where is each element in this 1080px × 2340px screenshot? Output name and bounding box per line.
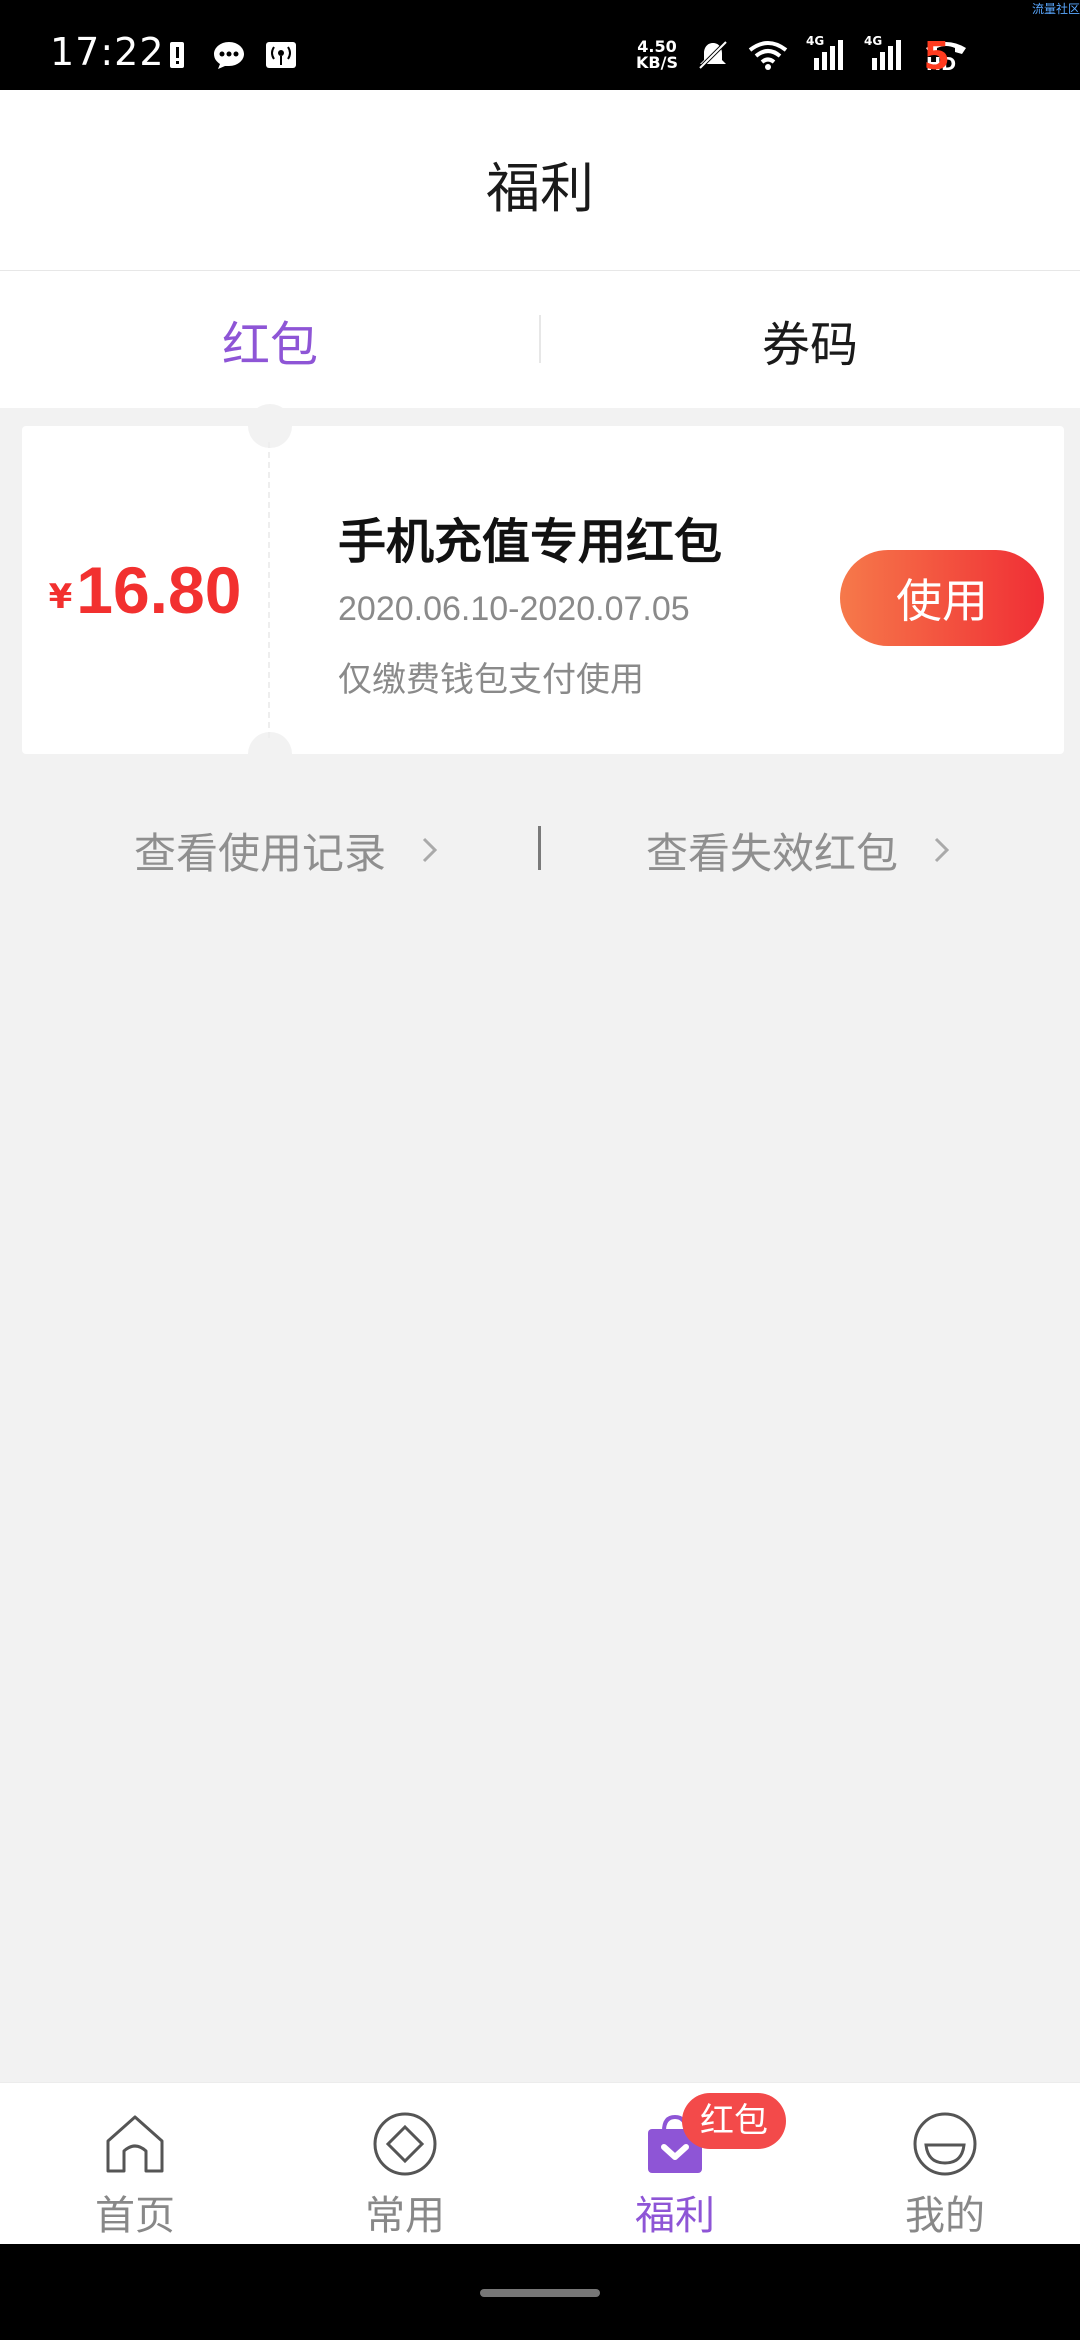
page-title: 福利 [486,157,594,220]
signal-icon [872,40,901,70]
view-expired-link[interactable]: 查看失效红包 [646,810,958,890]
amount-value: 16.80 [76,553,242,627]
tab-bar: 红包 券码 [0,271,1080,408]
coupon-divider [268,442,270,738]
smile-icon [913,2112,977,2176]
nav-item-home[interactable]: 首页 [0,2083,270,2245]
mute-icon [698,40,728,70]
coupon-title: 手机充值专用红包 [338,514,723,570]
history-link-label: 查看使用记录 [134,828,387,878]
status-time: 17:22 [50,30,165,74]
tab-quanma[interactable]: 券码 [540,271,1080,408]
tab-hongbao[interactable]: 红包 [0,271,540,408]
bottom-nav: 首页 常用 红包 福利 我的 [0,2082,1080,2245]
app-header: 福利 [0,90,1080,271]
nav-label-home: 首页 [95,2193,175,2239]
status-bar: 17:22 4.50 KB/S 4G 4G HD 5 流量社区 [0,0,1080,90]
expired-link-label: 查看失效红包 [646,828,899,878]
use-button[interactable]: 使用 [840,550,1044,646]
nav-badge-hongbao: 红包 [682,2093,786,2149]
signal-2: 4G [864,34,904,70]
links-divider [538,826,541,870]
network-speed: 4.50 KB/S [636,39,678,71]
system-nav-bar [0,2244,1080,2340]
nav-label-common: 常用 [365,2193,445,2239]
wifi-icon [748,41,788,70]
currency-symbol: ¥ [48,577,73,617]
record-links: 查看使用记录 查看失效红包 [0,810,1080,890]
nav-label-welfare: 福利 [635,2193,715,2239]
chevron-right-icon [422,837,438,863]
chevron-right-icon [934,837,950,863]
network-speed-unit: KB/S [636,53,678,72]
signal-1: 4G [806,34,846,70]
sim-alert-icon [170,42,184,68]
nav-item-welfare[interactable]: 红包 福利 [540,2083,810,2245]
coupon-usage-note: 仅缴费钱包支付使用 [338,660,644,700]
battery-level: 5 [923,34,950,78]
nav-item-common[interactable]: 常用 [270,2083,540,2245]
home-indicator[interactable] [480,2289,600,2297]
view-usage-history-link[interactable]: 查看使用记录 [134,810,446,890]
coupon-amount: ¥ 16.80 [22,426,268,754]
diamond-icon [373,2112,437,2176]
broadcast-icon [266,42,296,68]
coupon-card[interactable]: ¥ 16.80 手机充值专用红包 2020.06.10-2020.07.05 仅… [22,404,1064,776]
message-icon [214,42,244,69]
signal-icon [814,40,843,70]
nav-label-mine: 我的 [905,2193,985,2239]
home-icon [106,2115,164,2173]
status-right-icons: 4.50 KB/S 4G 4G HD [636,34,970,75]
status-left-icons [160,40,298,70]
nav-item-mine[interactable]: 我的 [810,2083,1080,2245]
corner-watermark: 流量社区 [1031,2,1080,16]
coupon-validity: 2020.06.10-2020.07.05 [338,590,690,628]
